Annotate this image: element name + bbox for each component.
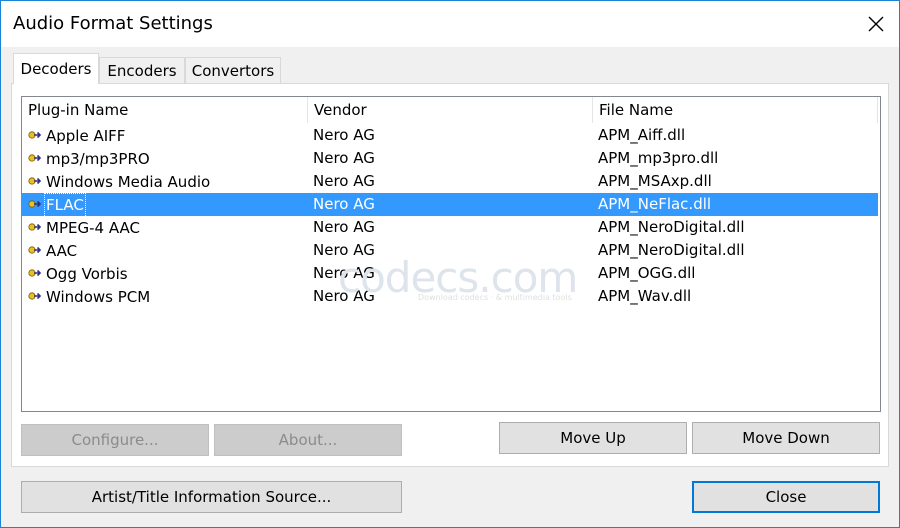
title-bar: Audio Format Settings xyxy=(1,1,899,47)
row-plugin-name: mp3/mp3PRO xyxy=(46,150,150,168)
plugin-list[interactable]: Plug-in Name Vendor File Name Apple AIFF… xyxy=(21,96,881,412)
row-vendor: Nero AG xyxy=(313,195,375,213)
row-plugin-name: Ogg Vorbis xyxy=(46,265,128,283)
row-file-name: APM_MSAxp.dll xyxy=(598,172,712,190)
column-header-plugin-name[interactable]: Plug-in Name xyxy=(22,97,308,123)
artist-title-source-button[interactable]: Artist/Title Information Source... xyxy=(21,481,402,513)
table-row[interactable]: Ogg Vorbis Nero AG APM_OGG.dll xyxy=(22,262,878,285)
window-title: Audio Format Settings xyxy=(13,13,213,34)
close-icon xyxy=(868,16,884,32)
row-file-name: APM_mp3pro.dll xyxy=(598,149,719,167)
list-header: Plug-in Name Vendor File Name xyxy=(22,97,880,123)
row-plugin-name: AAC xyxy=(46,242,78,260)
row-file-name: APM_NeroDigital.dll xyxy=(598,241,745,259)
plugin-arrow-icon xyxy=(28,269,42,277)
table-row[interactable]: Windows PCM Nero AG APM_Wav.dll xyxy=(22,285,878,308)
close-button[interactable]: Close xyxy=(692,481,880,513)
plugin-arrow-icon xyxy=(28,131,42,139)
about-button[interactable]: About... xyxy=(214,424,402,456)
table-row[interactable]: MPEG-4 AAC Nero AG APM_NeroDigital.dll xyxy=(22,216,878,239)
plugin-arrow-icon xyxy=(28,200,42,208)
plugin-arrow-icon xyxy=(28,154,42,162)
column-header-label: Plug-in Name xyxy=(28,101,129,119)
row-file-name: APM_OGG.dll xyxy=(598,264,696,282)
column-header-vendor[interactable]: Vendor xyxy=(308,97,593,123)
close-window-button[interactable] xyxy=(853,1,899,47)
plugin-arrow-icon xyxy=(28,246,42,254)
column-header-label: File Name xyxy=(599,101,674,119)
audio-format-settings-dialog: Audio Format Settings Decoders Encoders … xyxy=(0,0,900,528)
table-row[interactable]: FLAC Nero AG APM_NeFlac.dll xyxy=(22,193,878,218)
row-vendor: Nero AG xyxy=(313,126,375,144)
row-file-name: APM_Aiff.dll xyxy=(598,126,686,144)
table-row[interactable]: Windows Media Audio Nero AG APM_MSAxp.dll xyxy=(22,170,878,193)
row-plugin-name: Windows PCM xyxy=(46,288,151,306)
row-vendor: Nero AG xyxy=(313,264,375,282)
row-vendor: Nero AG xyxy=(313,149,375,167)
row-file-name: APM_NeroDigital.dll xyxy=(598,218,745,236)
plugin-arrow-icon xyxy=(28,292,42,300)
tab-label: Decoders xyxy=(20,60,92,78)
plugin-arrow-icon xyxy=(28,223,42,231)
row-plugin-name: MPEG-4 AAC xyxy=(46,219,140,237)
tab-encoders[interactable]: Encoders xyxy=(99,57,185,83)
column-header-label: Vendor xyxy=(314,101,367,119)
table-row[interactable]: mp3/mp3PRO Nero AG APM_mp3pro.dll xyxy=(22,147,878,170)
row-plugin-name: Windows Media Audio xyxy=(46,173,211,191)
plugin-arrow-icon xyxy=(28,177,42,185)
row-plugin-name: FLAC xyxy=(44,193,86,218)
tab-convertors[interactable]: Convertors xyxy=(185,57,281,83)
tab-decoders[interactable]: Decoders xyxy=(13,53,99,84)
configure-button[interactable]: Configure... xyxy=(21,424,209,456)
row-vendor: Nero AG xyxy=(313,218,375,236)
table-row[interactable]: Apple AIFF Nero AG APM_Aiff.dll xyxy=(22,124,878,147)
column-header-file-name[interactable]: File Name xyxy=(593,97,878,123)
move-up-button[interactable]: Move Up xyxy=(499,422,687,454)
tab-label: Encoders xyxy=(107,61,177,80)
move-down-button[interactable]: Move Down xyxy=(692,422,880,454)
table-row[interactable]: AAC Nero AG APM_NeroDigital.dll xyxy=(22,239,878,262)
row-vendor: Nero AG xyxy=(313,287,375,305)
row-plugin-name: Apple AIFF xyxy=(46,127,126,145)
row-vendor: Nero AG xyxy=(313,172,375,190)
row-file-name: APM_Wav.dll xyxy=(598,287,692,305)
row-vendor: Nero AG xyxy=(313,241,375,259)
row-file-name: APM_NeFlac.dll xyxy=(598,195,712,213)
tab-label: Convertors xyxy=(191,61,275,80)
